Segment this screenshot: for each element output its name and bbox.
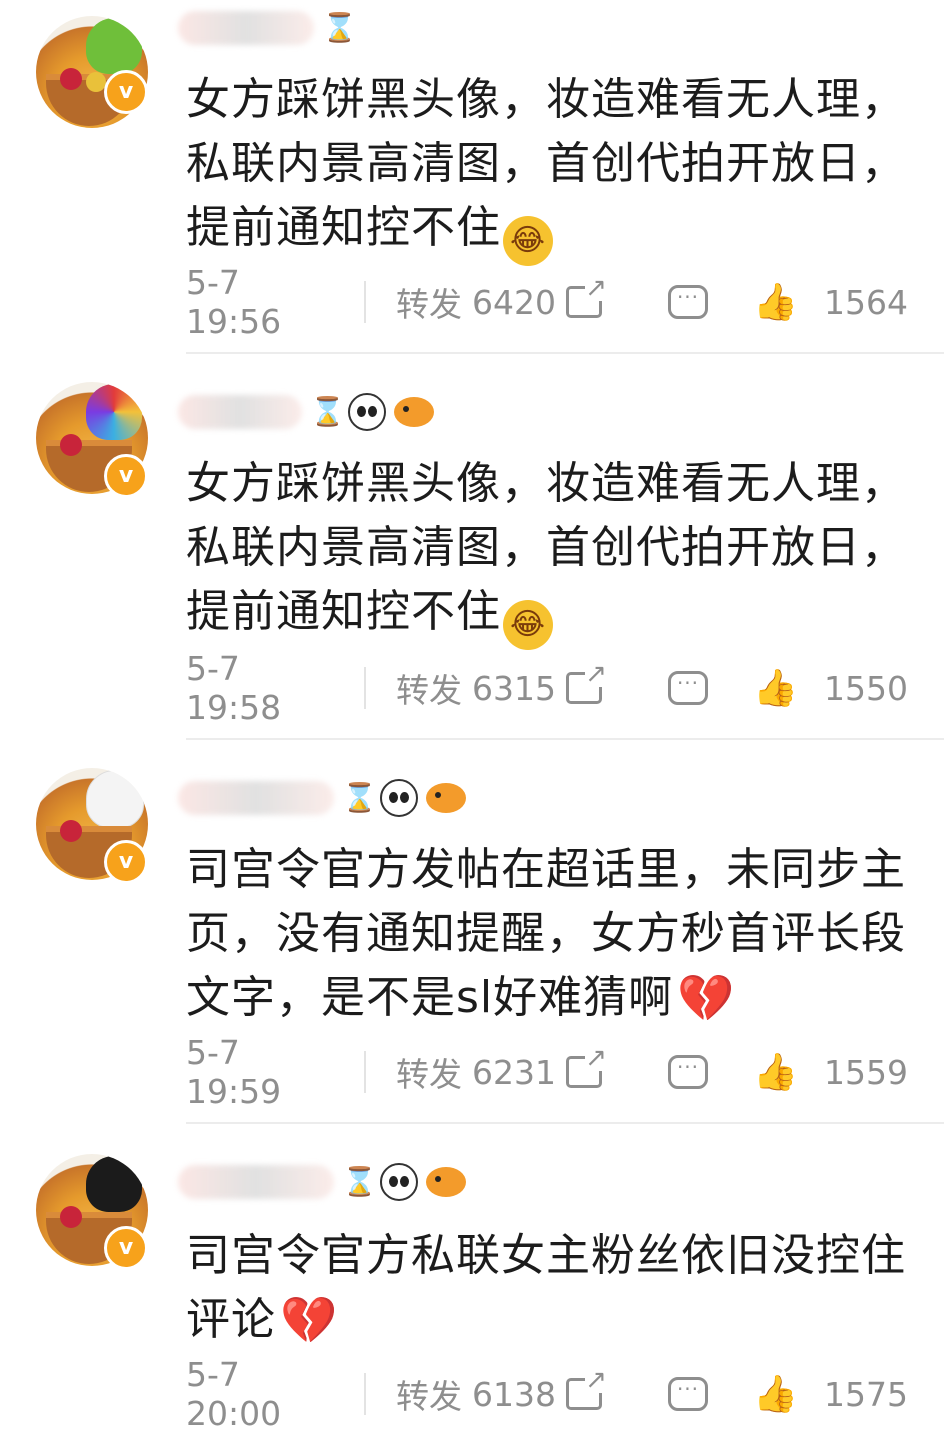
thumbs-up-icon: 👍 [753, 282, 799, 323]
comment-icon[interactable]: ··· [668, 671, 708, 705]
repost-button[interactable]: 转发 6138 [396, 1367, 607, 1418]
hourglass-icon: ⌛ [310, 395, 345, 428]
comment-meta: 5-7 19:59 转发 6231 ··· 👍 1559 [186, 1033, 908, 1111]
rofl-emoji-icon: 😂 [503, 216, 553, 266]
panda-icon [380, 1163, 418, 1201]
comment-meta: 5-7 20:00 转发 6138 ··· 👍 1575 [186, 1355, 908, 1433]
broken-heart-emoji-icon: 💔 [280, 1293, 339, 1347]
redacted-username [178, 11, 314, 45]
like-button[interactable]: 👍 1550 [753, 667, 908, 709]
rofl-emoji-icon: 😂 [503, 600, 553, 650]
username[interactable]: ⌛ [178, 778, 466, 818]
avatar-bird-icon [86, 384, 142, 440]
timestamp: 5-7 19:58 [186, 649, 282, 727]
like-button[interactable]: 👍 1559 [753, 1051, 908, 1093]
comment-icon[interactable]: ··· [668, 1055, 708, 1089]
redacted-username [178, 781, 334, 815]
comment-text: 女方踩饼黑头像，妆造难看无人理，私联内景高清图，首创代拍开放日，提前通知控不住 😂 [186, 452, 906, 650]
repost-button[interactable]: 转发 6231 [396, 1045, 607, 1096]
divider [364, 1373, 366, 1415]
redacted-username [178, 1165, 334, 1199]
verified-badge-icon: v [104, 840, 148, 884]
comment-meta: 5-7 19:58 转发 6315 ··· 👍 1550 [186, 649, 908, 727]
divider [186, 352, 944, 354]
thumbs-up-icon: 👍 [753, 1374, 799, 1415]
fish-icon [394, 397, 434, 427]
thumbs-up-icon: 👍 [753, 1052, 799, 1093]
repost-button[interactable]: 转发 6315 [396, 661, 607, 712]
fish-icon [426, 1167, 466, 1197]
share-icon [565, 1367, 607, 1410]
broken-heart-emoji-icon: 💔 [677, 971, 736, 1025]
comment-text: 女方踩饼黑头像，妆造难看无人理，私联内景高清图，首创代拍开放日，提前通知控不住 😂 [186, 68, 906, 266]
redacted-username [178, 395, 302, 429]
comment-icon[interactable]: ··· [668, 1377, 708, 1411]
comment-meta: 5-7 19:56 转发 6420 ··· 👍 1564 [186, 263, 908, 341]
hourglass-icon: ⌛ [342, 781, 377, 814]
share-icon [565, 1045, 607, 1088]
like-button[interactable]: 👍 1575 [753, 1373, 908, 1415]
username[interactable]: ⌛ [178, 392, 434, 432]
timestamp: 5-7 20:00 [186, 1355, 282, 1433]
verified-badge-icon: v [104, 70, 148, 114]
verified-badge-icon: v [104, 1226, 148, 1270]
username[interactable]: ⌛ [178, 1162, 466, 1202]
avatar-bird-icon [86, 770, 144, 828]
panda-icon [348, 393, 386, 431]
comment-text: 司宫令官方私联女主粉丝依旧没控住评论💔 [186, 1224, 906, 1352]
timestamp: 5-7 19:56 [186, 263, 282, 341]
hourglass-icon: ⌛ [322, 11, 357, 44]
hourglass-icon: ⌛ [342, 1165, 377, 1198]
like-button[interactable]: 👍 1564 [753, 281, 908, 323]
share-icon [565, 661, 607, 704]
verified-badge-icon: v [104, 454, 148, 498]
divider [364, 667, 366, 709]
fish-icon [426, 783, 466, 813]
share-icon [565, 275, 607, 318]
comment-text: 司宫令官方发帖在超话里，未同步主页，没有通知提醒，女方秒首评长段文字，是不是sl… [186, 838, 906, 1030]
avatar-bird-icon [86, 18, 142, 74]
panda-icon [380, 779, 418, 817]
avatar-bird-icon [86, 1156, 142, 1212]
username[interactable]: ⌛ [178, 8, 357, 48]
divider [364, 1051, 366, 1093]
comment-icon[interactable]: ··· [668, 285, 708, 319]
divider [186, 1122, 944, 1124]
timestamp: 5-7 19:59 [186, 1033, 282, 1111]
repost-button[interactable]: 转发 6420 [396, 275, 607, 326]
divider [364, 281, 366, 323]
divider [186, 738, 944, 740]
thumbs-up-icon: 👍 [753, 668, 799, 709]
